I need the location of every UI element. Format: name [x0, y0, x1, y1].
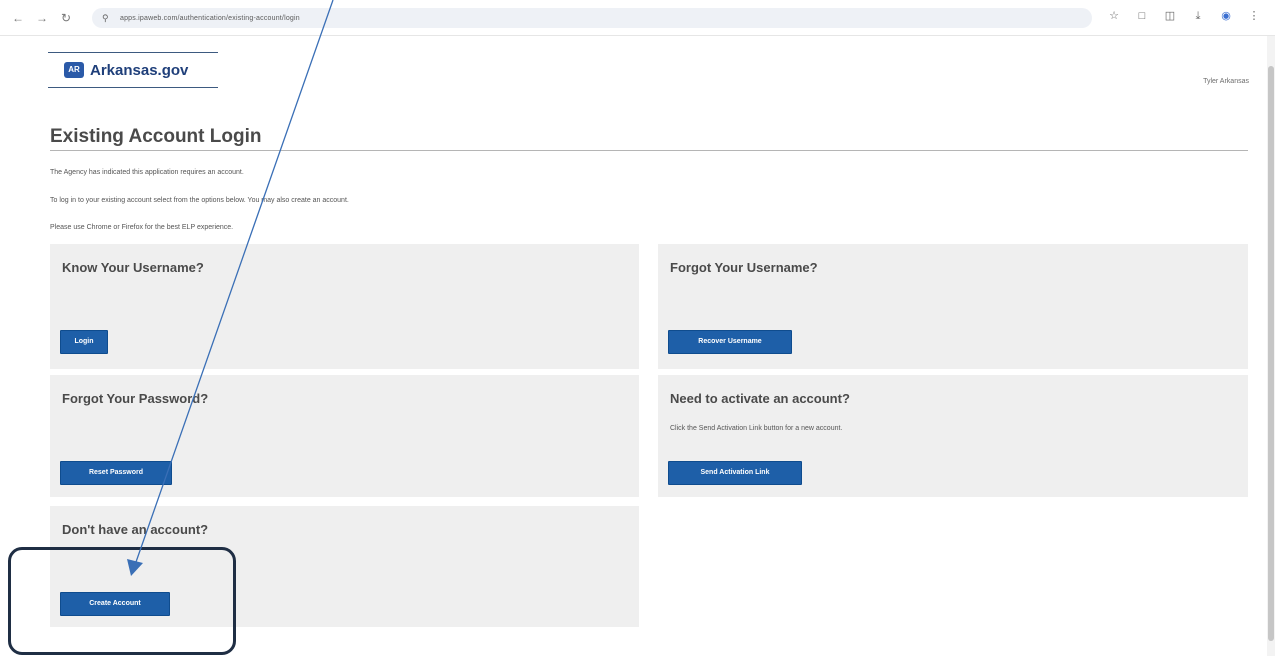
send-activation-link-button[interactable]: Send Activation Link	[668, 461, 802, 485]
site-logo[interactable]: AR Arkansas.gov	[48, 52, 218, 88]
activate-account-panel: Need to activate an account? Click the S…	[658, 375, 1248, 497]
split-view-icon[interactable]: ◫	[1163, 9, 1177, 23]
page-scrollbar[interactable]	[1267, 36, 1275, 656]
site-info-icon[interactable]: ⚲	[102, 13, 112, 23]
forgot-password-panel: Forgot Your Password? Reset Password	[50, 375, 639, 497]
panel-title: Forgot Your Password?	[62, 391, 209, 406]
menu-icon[interactable]: ⋮	[1247, 9, 1261, 23]
panel-title: Need to activate an account?	[670, 391, 850, 406]
know-username-panel: Know Your Username? Login	[50, 244, 639, 369]
forgot-username-panel: Forgot Your Username? Recover Username	[658, 244, 1248, 369]
browser-toolbar: ← → ↻ ⚲ apps.ipaweb.com/authentication/e…	[0, 0, 1275, 36]
login-button[interactable]: Login	[60, 330, 108, 354]
profile-icon[interactable]: ◉	[1219, 9, 1233, 23]
reload-icon[interactable]: ↻	[58, 10, 74, 26]
arkansas-logo-icon: AR	[64, 62, 84, 78]
logo-text: Arkansas.gov	[90, 61, 189, 79]
url-text: apps.ipaweb.com/authentication/existing-…	[120, 14, 300, 22]
back-icon[interactable]: ←	[10, 10, 26, 26]
user-name[interactable]: Tyler Arkansas	[1203, 78, 1249, 85]
scrollbar-thumb[interactable]	[1268, 66, 1274, 641]
annotation-highlight-box	[8, 547, 236, 655]
bookmark-star-icon[interactable]: ☆	[1107, 9, 1121, 23]
download-icon[interactable]: ⤓	[1191, 9, 1205, 23]
page-title: Existing Account Login	[50, 126, 262, 147]
intro-text-2: To log in to your existing account selec…	[50, 197, 349, 204]
panel-description: Click the Send Activation Link button fo…	[670, 425, 843, 432]
panel-title: Don't have an account?	[62, 522, 209, 537]
forward-icon[interactable]: →	[34, 10, 50, 26]
address-bar[interactable]: ⚲ apps.ipaweb.com/authentication/existin…	[92, 8, 1092, 28]
recover-username-button[interactable]: Recover Username	[668, 330, 792, 354]
intro-text-3: Please use Chrome or Firefox for the bes…	[50, 224, 234, 231]
title-divider	[50, 150, 1248, 151]
reset-password-button[interactable]: Reset Password	[60, 461, 172, 485]
page-root: ← → ↻ ⚲ apps.ipaweb.com/authentication/e…	[0, 0, 1275, 656]
browser-tools: ☆ □ ◫ ⤓ ◉ ⋮	[1107, 9, 1261, 23]
extension-icon[interactable]: □	[1135, 9, 1149, 23]
panel-title: Forgot Your Username?	[670, 260, 818, 275]
panel-title: Know Your Username?	[62, 260, 204, 275]
intro-text-1: The Agency has indicated this applicatio…	[50, 169, 244, 176]
